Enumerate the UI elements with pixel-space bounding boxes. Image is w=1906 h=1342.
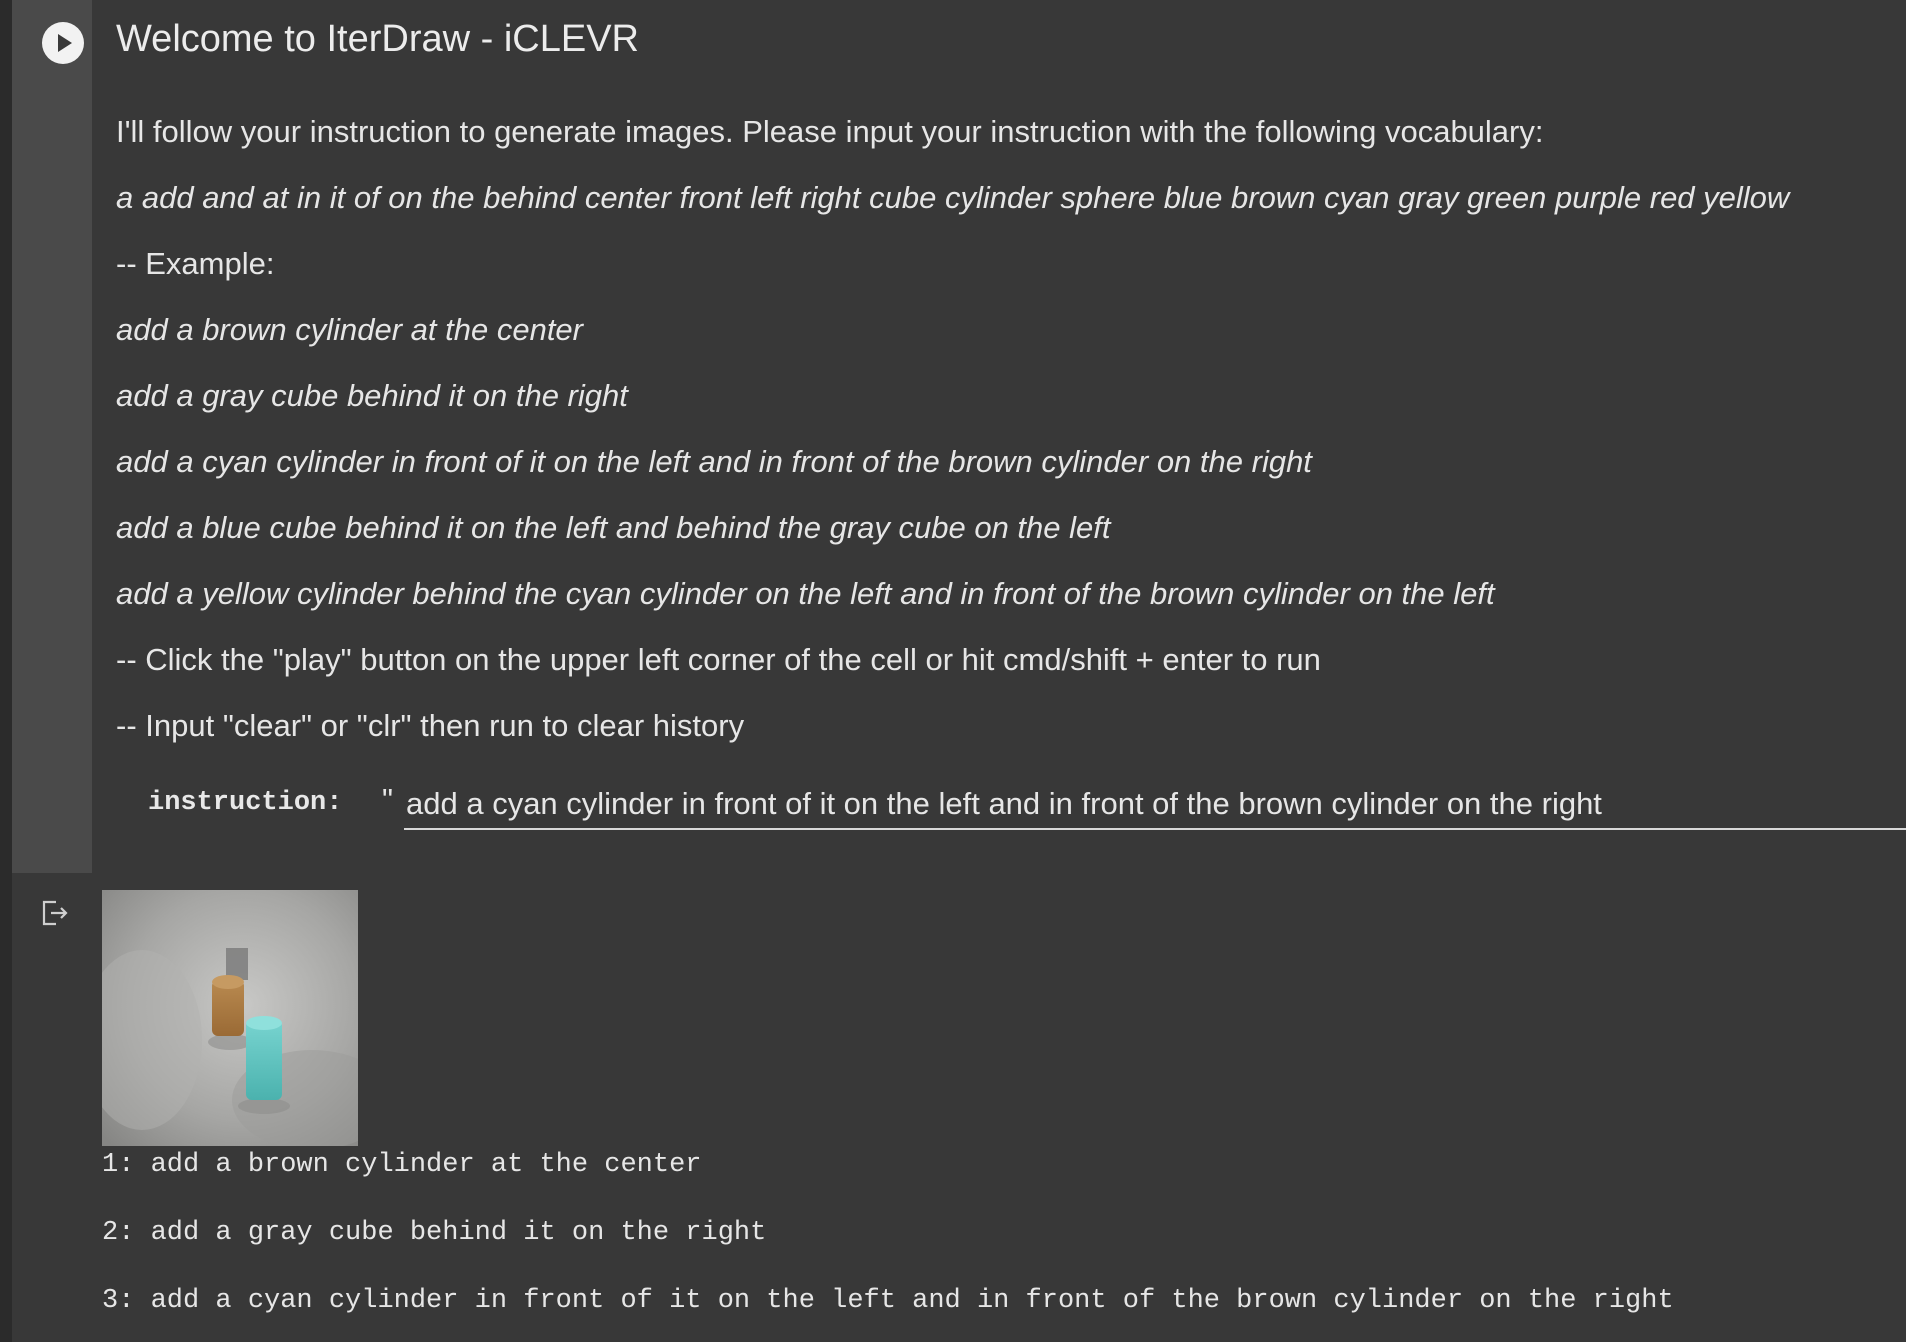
example-line: add a blue cube behind it on the left an… [116,510,1111,545]
instruction-input[interactable] [404,780,1906,830]
rendered-scene-image [102,890,358,1146]
run-cell-button[interactable] [42,22,84,64]
example-line: add a gray cube behind it on the right [116,378,628,413]
intro-text: I'll follow your instruction to generate… [116,114,1544,149]
vocabulary-text: a add and at in it of on the behind cent… [116,180,1790,215]
example-line: add a yellow cylinder behind the cyan cy… [116,576,1495,611]
history-line: 1: add a brown cylinder at the center [102,1150,702,1180]
instruction-param-row: instruction: " [116,780,1906,840]
run-tip: -- Click the "play" button on the upper … [116,642,1321,677]
notebook-left-edge [0,0,12,1342]
history-line: 3: add a cyan cylinder in front of it on… [102,1286,1674,1316]
notebook-page: Welcome to IterDraw - iCLEVR I'll follow… [0,0,1906,1342]
example-line: add a cyan cylinder in front of it on th… [116,444,1312,479]
cell-title: Welcome to IterDraw - iCLEVR [116,18,639,60]
example-line: add a brown cylinder at the center [116,312,583,347]
clear-tip: -- Input "clear" or "clr" then run to cl… [116,708,745,743]
history-line: 2: add a gray cube behind it on the righ… [102,1218,767,1248]
play-icon [58,34,72,52]
output-redirect-icon[interactable] [40,898,70,928]
instruction-label: instruction: [148,788,343,818]
cell-gutter [12,0,92,873]
example-header: -- Example: [116,246,275,281]
string-quote-marker: " [382,782,394,817]
